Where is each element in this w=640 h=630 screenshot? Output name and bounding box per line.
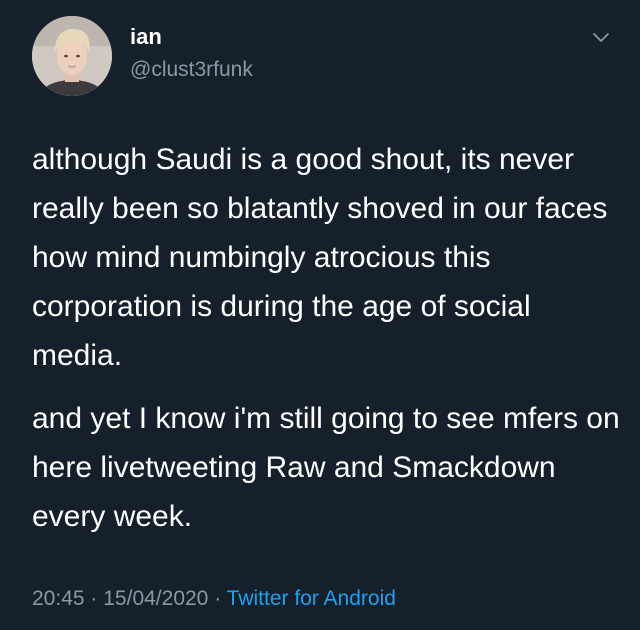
tweet-metadata: 20:45 · 15/04/2020 · Twitter for Android xyxy=(32,584,396,614)
author-handle[interactable]: @clust3rfunk xyxy=(130,57,253,83)
profile-photo-icon xyxy=(32,16,112,96)
tweet-time[interactable]: 20:45 xyxy=(32,587,85,610)
tweet-card: ian @clust3rfunk although Saudi is a goo… xyxy=(0,0,640,630)
chevron-down-icon[interactable] xyxy=(590,26,612,48)
author-display-name[interactable]: ian xyxy=(130,24,162,50)
meta-separator: · xyxy=(214,587,222,610)
avatar[interactable] xyxy=(32,16,112,96)
tweet-date[interactable]: 15/04/2020 xyxy=(103,587,208,610)
tweet-paragraph: and yet I know i'm still going to see mf… xyxy=(32,402,620,533)
tweet-source-link[interactable]: Twitter for Android xyxy=(227,587,396,610)
tweet-paragraph: although Saudi is a good shout, its neve… xyxy=(32,143,608,372)
meta-separator: · xyxy=(90,587,98,610)
tweet-text: although Saudi is a good shout, its neve… xyxy=(32,135,622,541)
